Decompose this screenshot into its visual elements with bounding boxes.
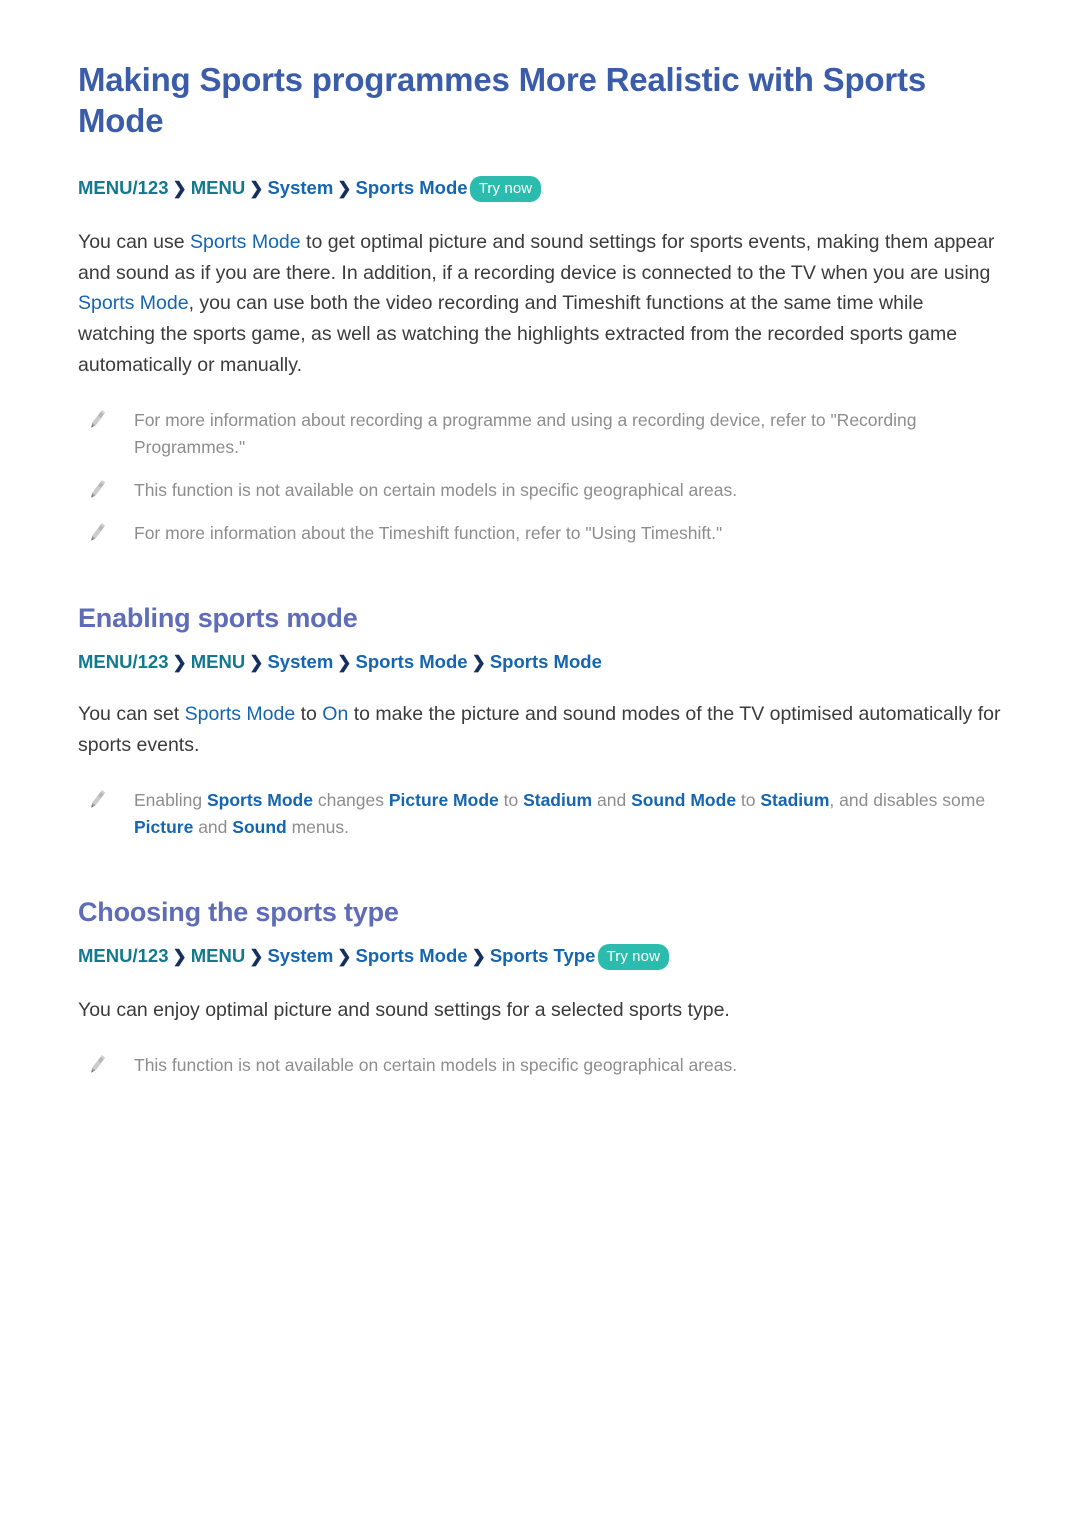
try-now-badge[interactable]: Try now (597, 944, 670, 971)
note-text: For more information about recording a p… (134, 409, 917, 457)
chevron-right-icon: ❯ (249, 947, 264, 967)
breadcrumb-item-menu[interactable]: MENU (191, 177, 245, 198)
breadcrumb-enabling: MENU/123 ❯ MENU ❯ System ❯ Sports Mode ❯ Sports … (78, 650, 1002, 675)
note-item: For more information about recording a p… (86, 407, 1002, 461)
note-seg-5: to (736, 789, 761, 810)
breadcrumb-item-menu[interactable]: MENU (191, 651, 245, 672)
section-enabling-sports-mode: Enabling sports mode MENU/123 ❯ MENU ❯ Syste… (78, 603, 1002, 841)
note-item: For more information about the Timeshift… (86, 520, 1002, 547)
inline-term-stadium: Stadium (760, 789, 830, 810)
enabling-paragraph: You can set Sports Mode to On to make th… (78, 699, 1002, 761)
breadcrumb-item-sports-mode[interactable]: Sports Mode (356, 651, 468, 672)
section-heading: Choosing the sports type (78, 897, 399, 928)
breadcrumb-item-menu123[interactable]: MENU/123 (78, 651, 168, 672)
intro-text-3: , you can use both the video recording a… (78, 292, 958, 376)
breadcrumb-item-menu123[interactable]: MENU/123 (78, 945, 168, 966)
choosing-paragraph: You can enjoy optimal picture and sound … (78, 999, 730, 1022)
intro-text-1: You can use (78, 230, 191, 253)
note-seg-4: and (592, 789, 632, 810)
inline-term-sports-mode: Sports Mode (190, 230, 301, 253)
section-choosing-sports-type: Choosing the sports type MENU/123 ❯ MENU ❯ S… (78, 897, 1002, 1079)
note-seg-8: menus. (286, 816, 349, 837)
note-item: This function is not available on certai… (86, 1052, 1002, 1079)
inline-term-sports-mode: Sports Mode (206, 789, 313, 810)
breadcrumb-item-system[interactable]: System (267, 651, 333, 672)
chevron-right-icon: ❯ (337, 653, 352, 673)
note-seg-6: , and disables some (829, 789, 986, 810)
chevron-right-icon: ❯ (172, 653, 187, 673)
document-content: Making Sports programmes More Realistic … (78, 60, 1002, 1079)
note-item: Enabling Sports Mode changes Picture Mod… (86, 787, 1002, 841)
note-text: For more information about the Timeshift… (134, 523, 723, 544)
inline-term-picture: Picture (134, 816, 194, 837)
note-text: This function is not available on certai… (134, 480, 738, 501)
inline-term-stadium: Stadium (523, 789, 593, 810)
chevron-right-icon: ❯ (337, 178, 352, 198)
inline-term-sports-mode: Sports Mode (184, 703, 296, 726)
breadcrumb-choosing: MENU/123 ❯ MENU ❯ System ❯ Sports Mode ❯ Sports … (78, 944, 1002, 971)
inline-term-on: On (322, 703, 349, 726)
inline-term-sports-mode: Sports Mode (78, 292, 189, 315)
chevron-right-icon: ❯ (249, 653, 264, 673)
inline-term-picture-mode: Picture Mode (388, 789, 499, 810)
section-heading: Enabling sports mode (78, 603, 358, 634)
chevron-right-icon: ❯ (172, 178, 187, 198)
pencil-icon (86, 522, 108, 544)
breadcrumb-item-menu123[interactable]: MENU/123 (78, 177, 168, 198)
breadcrumb-item-system[interactable]: System (267, 177, 333, 198)
note-seg-3: to (498, 789, 524, 810)
breadcrumb-item-sports-type[interactable]: Sports Type (490, 945, 596, 966)
inline-term-sound: Sound (232, 816, 287, 837)
document-page: Making Sports programmes More Realistic … (0, 0, 1080, 1527)
note-seg-7: and (193, 816, 233, 837)
enabling-text-1: You can set (78, 703, 185, 726)
try-now-badge[interactable]: Try now (469, 175, 542, 202)
note-seg-2: changes (312, 789, 389, 810)
inline-term-sound-mode: Sound Mode (631, 789, 737, 810)
note-seg-1: Enabling (134, 789, 207, 810)
pencil-icon (86, 1054, 108, 1076)
intro-paragraph: You can use Sports Mode to get optimal p… (78, 227, 1002, 381)
breadcrumb-item-menu[interactable]: MENU (191, 945, 245, 966)
breadcrumb-item-sports-mode[interactable]: Sports Mode (356, 945, 468, 966)
chevron-right-icon: ❯ (471, 653, 486, 673)
note-text: This function is not available on certai… (134, 1054, 738, 1075)
breadcrumb-item-sports-mode[interactable]: Sports Mode (356, 177, 468, 198)
pencil-icon (86, 479, 108, 501)
breadcrumb-item-system[interactable]: System (267, 945, 333, 966)
chevron-right-icon: ❯ (249, 178, 264, 198)
page-title: Making Sports programmes More Realistic … (78, 61, 926, 139)
breadcrumb-item-sports-mode-2[interactable]: Sports Mode (490, 651, 602, 672)
pencil-icon (86, 409, 108, 431)
note-text: Enabling Sports Mode changes Picture Mod… (134, 787, 1002, 841)
chevron-right-icon: ❯ (172, 947, 187, 967)
pencil-icon (86, 789, 108, 811)
chevron-right-icon: ❯ (471, 947, 486, 967)
enabling-text-2: to (295, 703, 323, 726)
chevron-right-icon: ❯ (337, 947, 352, 967)
note-item: This function is not available on certai… (86, 477, 1002, 504)
breadcrumb-intro: MENU/123 ❯ MENU ❯ System ❯ Sports Mode Try now (78, 175, 1002, 203)
